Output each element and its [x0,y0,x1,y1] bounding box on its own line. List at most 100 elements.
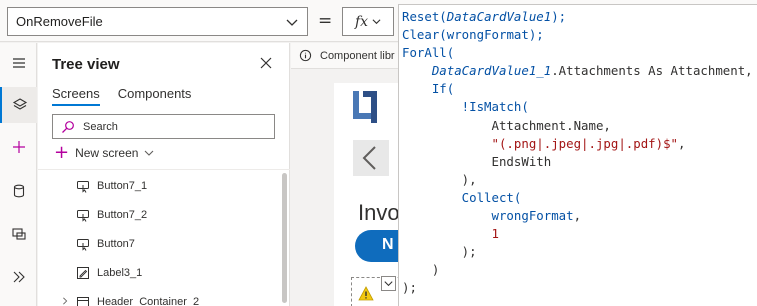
close-icon[interactable] [259,56,273,70]
button-icon [76,237,90,251]
container-icon [76,295,90,306]
left-rail [0,43,37,306]
code-line[interactable]: EndsWith [402,153,757,171]
canvas-area: Component libr Invo N [291,43,398,306]
code-line[interactable]: Attachment.Name, [402,117,757,135]
code-line[interactable]: ForAll( [402,44,757,62]
chevron-left-icon [362,146,376,170]
label-icon [76,266,90,280]
code-token: DataCardValue1_1 [431,63,552,79]
function-button[interactable]: fx [342,7,394,36]
code-token: ForAll( [402,45,455,61]
plus-icon: + [54,142,70,163]
code-token: "(.png|.jpeg|.jpg|.pdf)$" [402,135,679,151]
tree-scrollbar[interactable] [282,173,287,303]
code-line[interactable]: ); [402,279,757,297]
button-icon [76,179,90,193]
tree-item[interactable]: Button7_2 [38,200,290,229]
tree-view-panel: Tree view Screens Components + New scree… [38,43,290,306]
tree-view-title: Tree view [52,56,120,73]
canvas-primary-button[interactable]: N [355,230,398,262]
code-token: wrongFormat [446,27,529,43]
search-icon [62,120,74,133]
component-library-label: Component libr [320,49,395,62]
code-token: If( [402,81,455,97]
tree-search-input[interactable] [83,120,263,133]
property-dropdown[interactable]: OnRemoveFile [7,7,308,36]
tab-components[interactable]: Components [118,86,192,106]
code-token: ); [551,9,567,24]
code-line[interactable]: Reset(DataCardValue1); [402,8,757,26]
tree-item-label: Button7_2 [97,208,148,221]
canvas-primary-button-label: N [382,236,394,253]
code-token: , [678,135,686,151]
equals-sign: = [318,11,333,31]
chevron-down-icon [384,281,393,287]
code-line[interactable]: Clear(wrongFormat); [402,26,757,44]
code-token: Reset( [402,9,447,24]
code-token: ); [402,280,417,296]
code-line[interactable]: ), [402,171,757,189]
tree-item-label: Button7_1 [97,179,148,192]
company-logo [353,91,377,123]
code-line[interactable]: 1 [402,225,757,243]
hamburger-menu-icon[interactable] [0,45,37,81]
code-line[interactable]: Collect( [402,189,757,207]
code-token: .Attachments As Attachment, [551,63,753,79]
chevron-down-icon [372,19,381,25]
code-token: ), [402,171,477,187]
code-token: , [573,208,582,224]
tree-item[interactable]: Button7 [38,229,290,258]
formula-editor[interactable]: Reset(DataCardValue1); Clear(wrongFormat)… [398,4,757,306]
database-icon[interactable] [0,173,37,209]
code-line[interactable]: "(.png|.jpeg|.jpg|.pdf)$", [402,135,757,153]
chevron-down-icon [286,19,298,26]
advanced-tools-icon[interactable] [0,259,37,295]
chevron-right-icon[interactable] [61,296,69,306]
tree-view-tabs: Screens Components [52,86,191,106]
new-screen-button[interactable]: + New screen [54,142,154,163]
tree-search-box[interactable] [52,114,275,139]
tree-item[interactable]: Header_Container_2 [38,287,290,306]
component-library-bar[interactable]: Component libr [291,43,398,69]
tree-item-label: Header_Container_2 [97,295,200,306]
code-token: DataCardValue1 [446,9,552,24]
back-button[interactable] [353,140,389,176]
property-dropdown-value: OnRemoveFile [16,14,103,29]
tree-list: Button7_1 Button7_2 Button7 Label3_1 Header_… [38,171,290,306]
code-token: 1 [402,226,499,242]
attachment-expand-toggle[interactable] [381,276,396,291]
tree-item-label: Label3_1 [97,266,143,279]
code-token: EndsWith [402,153,552,169]
button-icon [76,208,90,222]
code-line[interactable]: If( [402,80,757,98]
screen-heading: Invo [358,200,398,225]
code-line[interactable]: ); [402,243,757,261]
code-token: Attachment.Name, [402,117,611,133]
tree-item[interactable]: Button7_1 [38,171,290,200]
fx-label: fx [354,13,369,30]
code-line[interactable]: !IsMatch( [402,98,757,116]
layers-icon[interactable] [0,87,37,123]
code-token: ) [402,262,440,278]
warning-icon [358,286,374,301]
divider [38,169,290,170]
tab-screens[interactable]: Screens [52,86,100,106]
tree-item-label: Button7 [97,237,135,250]
code-token: Collect( [402,189,522,205]
chevron-down-icon [145,150,154,156]
new-screen-label: New screen [75,146,139,160]
media-icon[interactable] [0,216,37,252]
code-line[interactable]: wrongFormat, [402,207,757,225]
info-icon [299,49,312,62]
code-line[interactable]: DataCardValue1_1.Attachments As Attachme… [402,62,757,80]
insert-plus-icon[interactable] [0,129,37,165]
tree-item[interactable]: Label3_1 [38,258,290,287]
app-screen-preview[interactable]: Invo N [334,83,398,306]
code-line[interactable]: ) [402,261,757,279]
code-token: ); [528,27,544,43]
code-token: ); [402,244,477,260]
code-token: wrongFormat [402,208,574,224]
code-token: Clear( [402,27,447,43]
